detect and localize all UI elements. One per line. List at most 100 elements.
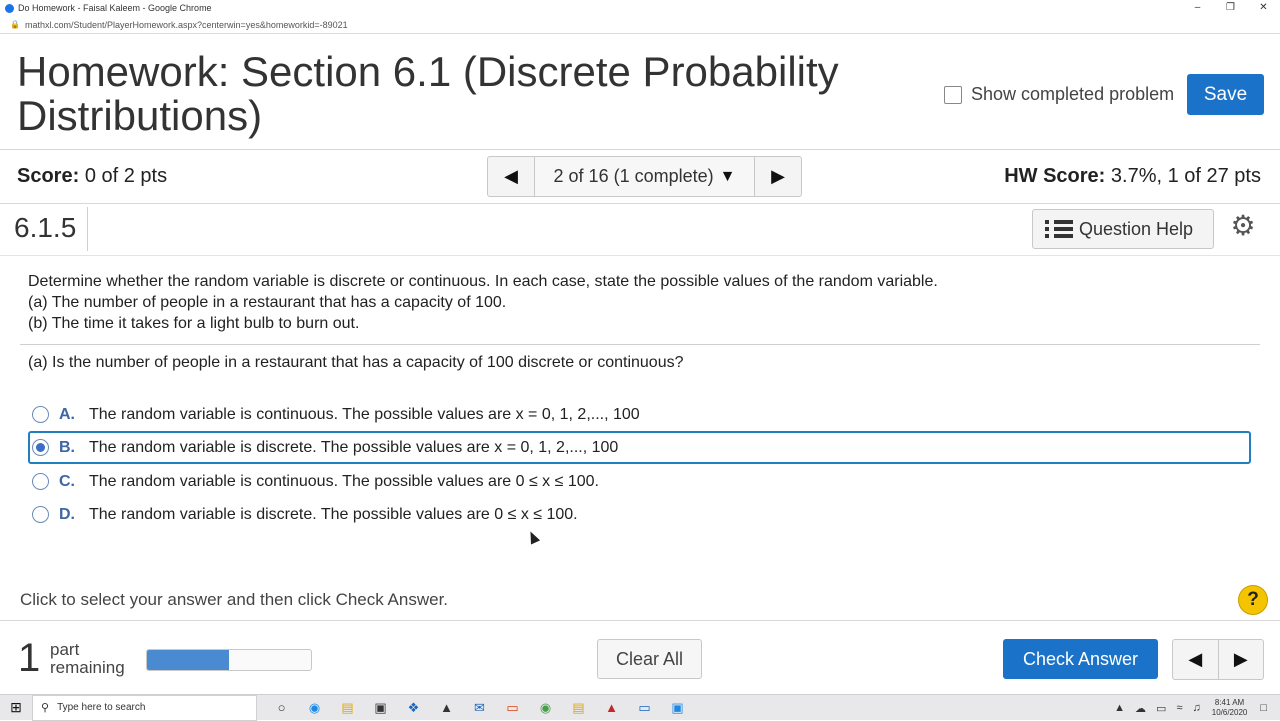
question-line: (a) The number of people in a restaurant… (28, 294, 507, 311)
arrow-right-icon: ▶ (771, 166, 785, 186)
clock-time: 8:41 AM (1214, 698, 1245, 707)
question-position-text: 2 of 16 (1 complete) (553, 166, 714, 186)
answer-option-c[interactable]: C. The random variable is continuous. Th… (28, 465, 1251, 498)
office-icon[interactable]: ▭ (496, 700, 529, 716)
page-title: Homework: Section 6.1 (Discrete Probabil… (17, 48, 839, 139)
parts-remaining-label: part remaining (50, 641, 125, 677)
url-text[interactable]: mathxl.com/Student/PlayerHomework.aspx?c… (25, 20, 348, 30)
file-explorer-icon[interactable]: ▤ (331, 700, 364, 716)
question-navigator: ◀ 2 of 16 (1 complete) ▼ ▶ (487, 156, 802, 197)
answer-option-a[interactable]: A. The random variable is continuous. Th… (28, 398, 1251, 431)
word-icon[interactable]: ▭ (628, 700, 661, 716)
zoom-icon[interactable]: ▣ (661, 700, 694, 716)
store-icon[interactable]: ▣ (364, 700, 397, 716)
wifi-icon[interactable]: ≈ (1176, 702, 1182, 714)
show-completed-checkbox[interactable] (944, 85, 962, 104)
prev-question-button[interactable]: ◀ (488, 157, 534, 196)
chevron-down-icon: ▼ (719, 167, 736, 185)
option-letter: A. (59, 405, 75, 423)
windows-taskbar: ⊞ ⚲ Type here to search ○ ◉ ▤ ▣ ❖ ▲ ✉ ▭ … (0, 694, 1280, 721)
instruction-hint: Click to select your answer and then cli… (20, 590, 449, 609)
option-text[interactable]: The random variable is discrete. The pos… (89, 506, 578, 524)
hw-score-value: 3.7%, 1 of 27 pts (1110, 165, 1261, 187)
next-question-button[interactable]: ▶ (755, 157, 801, 196)
hw-score-label: HW Score: (1004, 165, 1106, 187)
question-select-dropdown[interactable]: 2 of 16 (1 complete) ▼ (534, 157, 755, 196)
question-help-label: Question Help (1079, 218, 1194, 239)
taskbar-search-placeholder[interactable]: Type here to search (57, 702, 145, 713)
parts-remaining-count: 1 (18, 636, 41, 680)
clear-all-button[interactable]: Clear All (597, 639, 702, 679)
cloud-icon[interactable]: ☁ (1135, 702, 1146, 715)
taskbar-clock[interactable]: 8:41 AM 10/6/2020 (1212, 698, 1248, 718)
answer-option-b[interactable]: B. The random variable is discrete. The … (28, 431, 1251, 464)
dropbox-icon[interactable]: ❖ (397, 700, 430, 716)
minimize-icon[interactable]: – (1181, 0, 1214, 16)
prev-question-button[interactable]: ◀ (1173, 640, 1218, 679)
parts-progress-bar (146, 649, 312, 671)
check-answer-button[interactable]: Check Answer (1003, 639, 1158, 679)
browser-title-bar: Do Homework - Faisal Kaleem - Google Chr… (0, 0, 1280, 16)
help-icon[interactable]: ? (1238, 585, 1268, 615)
network-icon[interactable]: ▲ (1114, 702, 1125, 714)
sub-question: (a) Is the number of people in a restaur… (28, 354, 684, 371)
windows-start-icon[interactable]: ⊞ (0, 695, 32, 721)
score: Score: 0 of 2 pts (17, 165, 167, 188)
radio-button[interactable] (32, 406, 49, 423)
acrobat-icon[interactable]: ▲ (595, 700, 628, 715)
option-text[interactable]: The random variable is continuous. The p… (89, 473, 599, 491)
task-view-icon[interactable]: ○ (265, 700, 298, 715)
answer-option-d[interactable]: D. The random variable is discrete. The … (28, 498, 1251, 531)
close-icon[interactable]: ✕ (1247, 0, 1280, 16)
question-help-button[interactable]: Question Help (1032, 209, 1214, 249)
app-icon[interactable]: ▲ (430, 700, 463, 715)
search-icon: ⚲ (41, 702, 50, 714)
score-label: Score: (17, 165, 80, 187)
lock-icon: 🔒 (10, 20, 20, 29)
parts-label-line: remaining (50, 658, 125, 677)
divider (87, 207, 88, 251)
parts-label-line: part (50, 640, 80, 659)
notification-icon[interactable]: □ (1260, 702, 1267, 714)
edge-icon[interactable]: ◉ (298, 700, 331, 716)
window-title: Do Homework - Faisal Kaleem - Google Chr… (18, 3, 212, 13)
progress-fill (147, 650, 229, 670)
arrow-left-icon: ◀ (504, 166, 518, 186)
divider (0, 620, 1280, 621)
question-line: Determine whether the random variable is… (28, 273, 938, 290)
option-letter: C. (59, 472, 75, 490)
option-text[interactable]: The random variable is discrete. The pos… (89, 439, 618, 457)
show-completed-label[interactable]: Show completed problem (971, 84, 1174, 105)
save-button[interactable]: Save (1187, 74, 1264, 115)
folder-icon[interactable]: ▤ (562, 700, 595, 716)
arrow-left-icon: ◀ (1188, 649, 1203, 669)
option-letter: B. (59, 438, 75, 456)
system-tray: ▲ ☁ ▭ ≈ ♫ 8:41 AM 10/6/2020 □ (1109, 695, 1272, 721)
gear-icon[interactable]: ⚙ (1229, 212, 1257, 240)
battery-icon[interactable]: ▭ (1156, 702, 1166, 715)
window-controls: – ❐ ✕ (1181, 0, 1280, 16)
divider (0, 149, 1280, 150)
hw-score: HW Score: 3.7%, 1 of 27 pts (1004, 165, 1261, 188)
question-number: 6.1.5 (14, 212, 77, 243)
option-text[interactable]: The random variable is continuous. The p… (89, 406, 640, 424)
next-question-button[interactable]: ▶ (1217, 640, 1264, 679)
mouse-cursor-icon (525, 529, 541, 545)
mail-icon[interactable]: ✉ (463, 700, 496, 716)
bottom-question-navigator: ◀ ▶ (1172, 639, 1264, 680)
radio-button[interactable] (32, 506, 49, 523)
radio-button-selected[interactable] (32, 439, 49, 456)
divider (20, 344, 1260, 345)
question-line: (b) The time it takes for a light bulb t… (28, 315, 360, 332)
taskbar-search[interactable]: ⚲ Type here to search (32, 694, 257, 721)
chrome-taskbar-icon[interactable]: ◉ (529, 700, 562, 716)
restore-icon[interactable]: ❐ (1214, 0, 1247, 16)
radio-button[interactable] (32, 473, 49, 490)
address-bar[interactable]: 🔒 mathxl.com/Student/PlayerHomework.aspx… (0, 16, 1280, 34)
clock-date: 10/6/2020 (1211, 708, 1248, 717)
volume-icon[interactable]: ♫ (1193, 702, 1201, 714)
divider (0, 203, 1280, 204)
question-text: Determine whether the random variable is… (28, 271, 938, 334)
divider (0, 255, 1280, 256)
show-completed-toggle[interactable]: Show completed problem (944, 84, 1174, 105)
